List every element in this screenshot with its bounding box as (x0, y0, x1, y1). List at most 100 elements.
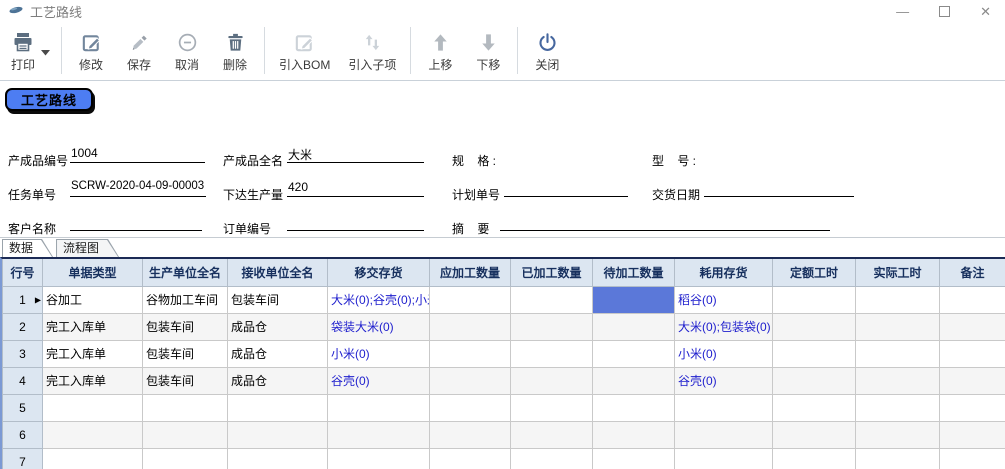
task-no-field[interactable]: SCRW-2020-04-09-00003 (70, 180, 206, 197)
grid-cell[interactable] (773, 340, 856, 367)
grid-cell[interactable] (773, 421, 856, 448)
row-number-cell[interactable]: 3 (3, 340, 43, 367)
grid-cell[interactable]: 谷壳(0) (328, 367, 430, 394)
grid-cell[interactable]: 包装车间 (228, 286, 328, 313)
grid-cell[interactable] (773, 367, 856, 394)
grid-cell[interactable] (940, 448, 1005, 469)
grid-cell[interactable] (856, 394, 940, 421)
modify-button[interactable]: 修改 (67, 22, 115, 80)
grid-cell[interactable]: 小米(0) (328, 340, 430, 367)
column-header[interactable]: 单据类型 (43, 259, 143, 286)
grid-cell[interactable] (430, 421, 511, 448)
output-qty-field[interactable]: 420 (287, 180, 424, 197)
grid-cell[interactable] (43, 394, 143, 421)
grid-cell[interactable]: 谷壳(0) (675, 367, 773, 394)
row-number-cell[interactable]: 7 (3, 448, 43, 469)
grid-cell[interactable]: 谷物加工车间 (143, 286, 228, 313)
row-number-cell[interactable]: 1▶ (3, 286, 43, 313)
column-header[interactable]: 定额工时 (773, 259, 856, 286)
grid-cell[interactable] (511, 394, 593, 421)
grid-cell[interactable] (856, 286, 940, 313)
grid-cell[interactable]: 完工入库单 (43, 313, 143, 340)
customer-field[interactable] (70, 214, 202, 231)
grid-cell[interactable] (511, 421, 593, 448)
grid-cell[interactable] (511, 367, 593, 394)
grid-cell[interactable] (940, 340, 1005, 367)
grid-cell[interactable] (856, 367, 940, 394)
column-header[interactable]: 备注 (940, 259, 1005, 286)
grid-cell[interactable]: 成品仓 (228, 340, 328, 367)
grid-cell[interactable] (856, 448, 940, 469)
grid-cell[interactable] (593, 367, 675, 394)
grid-cell[interactable] (593, 313, 675, 340)
grid-cell[interactable] (228, 421, 328, 448)
grid-cell[interactable] (430, 286, 511, 313)
tab-data[interactable]: 数据 (2, 239, 53, 257)
minimize-button[interactable]: — (896, 5, 909, 18)
grid-cell[interactable] (940, 367, 1005, 394)
grid-cell[interactable] (940, 313, 1005, 340)
grid-cell[interactable] (511, 340, 593, 367)
grid-cell[interactable]: 包装车间 (143, 367, 228, 394)
grid-cell[interactable] (675, 421, 773, 448)
product-name-field[interactable]: 大米 (287, 146, 424, 163)
grid-cell[interactable] (940, 286, 1005, 313)
close-window-button[interactable]: ✕ (980, 5, 991, 18)
grid-cell[interactable] (430, 367, 511, 394)
row-number-cell[interactable]: 5 (3, 394, 43, 421)
grid-cell[interactable] (328, 448, 430, 469)
grid-cell[interactable] (593, 448, 675, 469)
column-header[interactable]: 待加工数量 (593, 259, 675, 286)
grid-cell[interactable] (228, 448, 328, 469)
grid-cell[interactable] (773, 394, 856, 421)
close-button[interactable]: 关闭 (523, 22, 571, 80)
move-down-button[interactable]: 下移 (464, 22, 512, 80)
import-subitem-button[interactable]: 引入子项 (339, 22, 405, 80)
grid-cell[interactable] (675, 394, 773, 421)
grid-cell[interactable] (593, 394, 675, 421)
grid-cell[interactable] (511, 448, 593, 469)
column-header[interactable]: 行号 (3, 259, 43, 286)
process-route-button[interactable]: 工艺路线 (5, 88, 93, 111)
grid-cell[interactable] (43, 448, 143, 469)
grid-cell[interactable]: 包装车间 (143, 313, 228, 340)
row-number-cell[interactable]: 4 (3, 367, 43, 394)
grid-cell[interactable] (593, 421, 675, 448)
grid-cell[interactable]: 谷加工 (43, 286, 143, 313)
tab-flowchart[interactable]: 流程图 (56, 239, 119, 257)
import-bom-button[interactable]: 引入BOM (270, 22, 339, 80)
column-header[interactable]: 实际工时 (856, 259, 940, 286)
row-number-cell[interactable]: 6 (3, 421, 43, 448)
grid-cell[interactable] (143, 394, 228, 421)
column-header[interactable]: 应加工数量 (430, 259, 511, 286)
column-header[interactable]: 移交存货 (328, 259, 430, 286)
delete-button[interactable]: 删除 (211, 22, 259, 80)
move-up-button[interactable]: 上移 (416, 22, 464, 80)
selected-cell[interactable] (593, 286, 675, 313)
grid-cell[interactable] (856, 421, 940, 448)
grid-cell[interactable]: 成品仓 (228, 313, 328, 340)
dropdown-caret-icon[interactable] (41, 43, 50, 61)
grid-cell[interactable] (143, 448, 228, 469)
column-header[interactable]: 耗用存货 (675, 259, 773, 286)
save-button[interactable]: 保存 (115, 22, 163, 80)
grid-cell[interactable] (675, 448, 773, 469)
product-code-field[interactable]: 1004 (70, 146, 205, 163)
grid-cell[interactable] (856, 340, 940, 367)
row-number-cell[interactable]: 2 (3, 313, 43, 340)
delivery-date-field[interactable] (704, 180, 854, 197)
grid-cell[interactable] (43, 421, 143, 448)
grid-cell[interactable] (511, 313, 593, 340)
column-header[interactable]: 生产单位全名 (143, 259, 228, 286)
grid-cell[interactable]: 成品仓 (228, 367, 328, 394)
grid-cell[interactable] (773, 313, 856, 340)
grid-cell[interactable] (511, 286, 593, 313)
grid-cell[interactable]: 大米(0);包装袋(0) (675, 313, 773, 340)
maximize-button[interactable] (939, 6, 950, 17)
grid-cell[interactable] (940, 421, 1005, 448)
grid-cell[interactable] (143, 421, 228, 448)
cancel-button[interactable]: 取消 (163, 22, 211, 80)
grid-cell[interactable] (773, 286, 856, 313)
grid-cell[interactable]: 包装车间 (143, 340, 228, 367)
grid-cell[interactable] (430, 448, 511, 469)
